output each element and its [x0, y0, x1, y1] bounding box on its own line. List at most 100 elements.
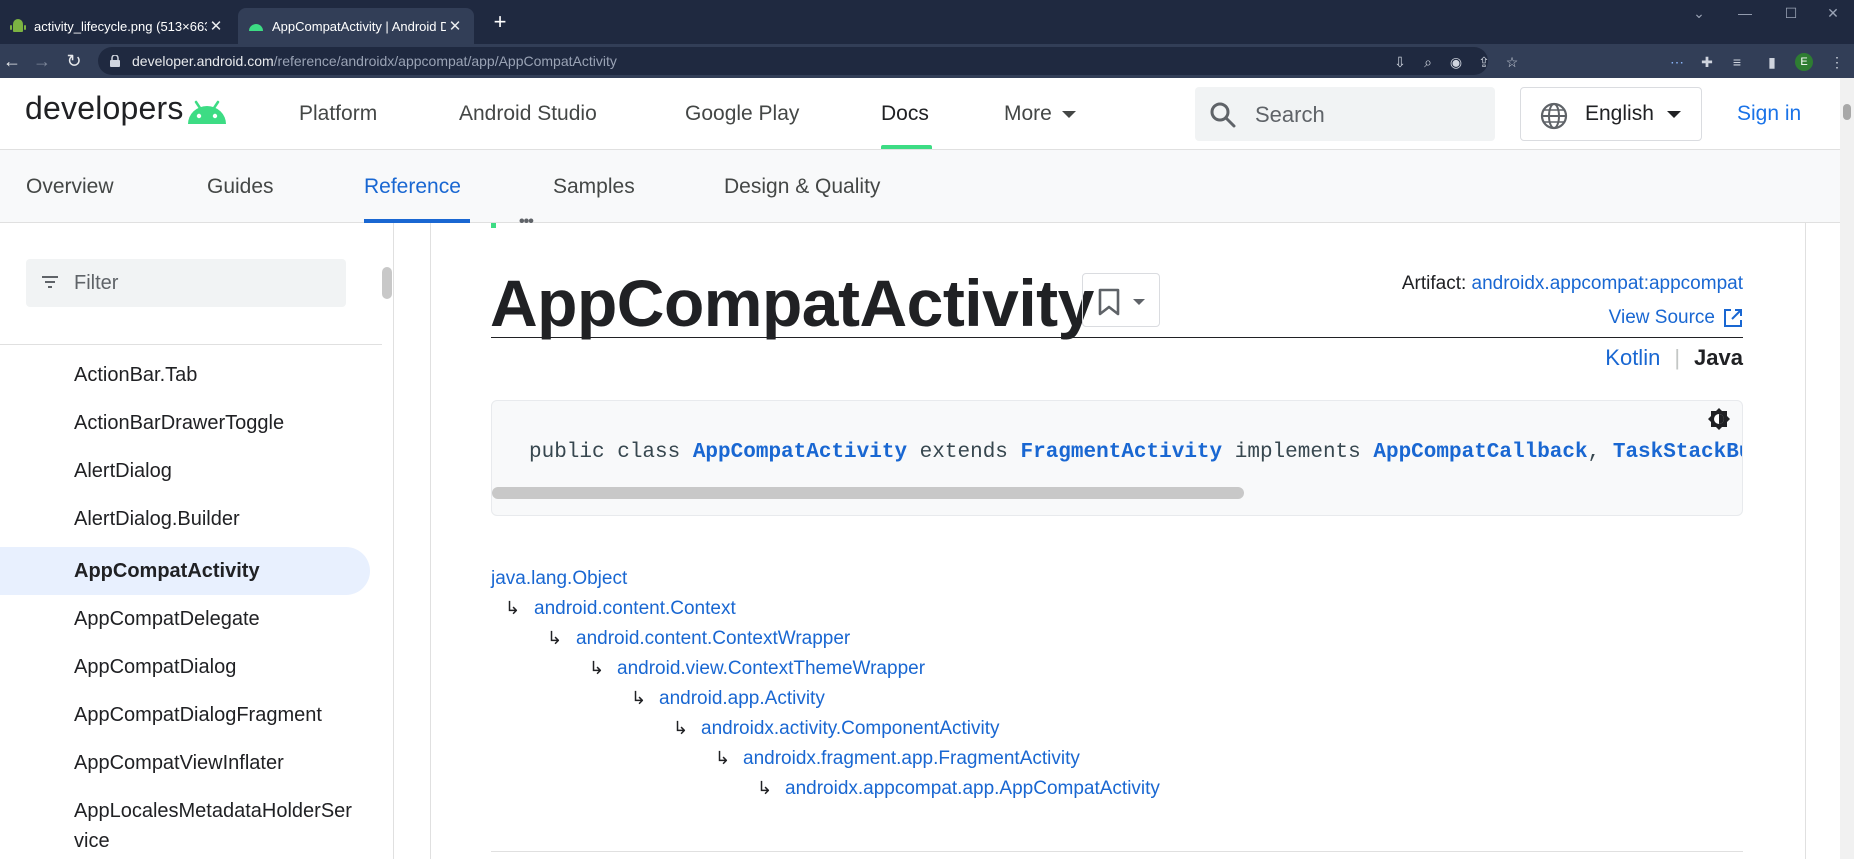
page-scrollbar-thumb[interactable] — [1843, 104, 1851, 120]
inheritance-link[interactable]: android.app.Activity — [659, 688, 825, 710]
minimize-icon[interactable]: — — [1722, 2, 1768, 24]
forward-icon[interactable]: → — [30, 49, 54, 73]
tab-design-quality[interactable]: Design & Quality — [724, 175, 880, 199]
view-source-label: View Source — [1608, 307, 1715, 328]
inheritance-link[interactable]: androidx.fragment.app.FragmentActivity — [743, 748, 1080, 770]
view-source-link[interactable]: View Source — [1609, 307, 1743, 329]
tab-title: activity_lifecycle.png (513×663) — [34, 18, 207, 34]
close-window-icon[interactable]: ✕ — [1810, 2, 1854, 24]
sidebar-item-appcompatviewinflater[interactable]: AppCompatViewInflater — [74, 748, 284, 778]
code-keyword: extends — [907, 441, 1021, 464]
tab-guides[interactable]: Guides — [207, 175, 274, 199]
browser-tab-image[interactable]: activity_lifecycle.png (513×663) ✕ — [0, 8, 235, 44]
nav-platform[interactable]: Platform — [299, 102, 377, 126]
address-bar[interactable]: developer.android.com/reference/androidx… — [98, 47, 1518, 75]
inheritance-arrow: ↳ — [715, 748, 731, 768]
code-scrollbar[interactable] — [492, 487, 1244, 499]
media-queue-icon[interactable]: ≡ — [1728, 53, 1746, 71]
main-content: ••• AppCompatActivity Artifact: androidx… — [395, 213, 1854, 859]
code-class-link[interactable]: AppCompatActivity — [693, 441, 907, 464]
page-scrollbar[interactable] — [1840, 78, 1854, 859]
inheritance-arrow: ↳ — [673, 718, 689, 738]
inheritance-link[interactable]: java.lang.Object — [491, 568, 627, 590]
new-tab-icon[interactable]: + — [488, 10, 512, 34]
lock-icon — [110, 55, 120, 67]
site-header: developers Platform Android Studio Googl… — [0, 78, 1854, 150]
sidebar-scrollbar[interactable] — [382, 267, 392, 299]
maximize-icon[interactable]: ☐ — [1768, 2, 1814, 24]
sidebar-item-alertdialog-builder[interactable]: AlertDialog.Builder — [74, 504, 240, 534]
sidebar-item-appcompatdelegate[interactable]: AppCompatDelegate — [74, 604, 260, 634]
code-interface-link[interactable]: TaskStackBu — [1613, 441, 1742, 464]
close-tab-icon[interactable]: ✕ — [207, 17, 225, 35]
nav-docs[interactable]: Docs — [881, 102, 929, 126]
title-rule — [491, 337, 1743, 338]
inheritance-link[interactable]: android.content.Context — [534, 598, 736, 620]
page-title: AppCompatActivity — [490, 266, 1094, 340]
filter-placeholder: Filter — [74, 272, 119, 294]
sidebar-item-alertdialog[interactable]: AlertDialog — [74, 456, 172, 486]
code-interface-link[interactable]: AppCompatCallback — [1373, 441, 1587, 464]
puzzle-extensions-icon[interactable]: ✚ — [1698, 53, 1716, 71]
reload-icon[interactable]: ↻ — [62, 49, 86, 73]
artifact-info: Artifact: androidx.appcompat:appcompat — [1402, 273, 1743, 295]
sidebar-divider — [0, 344, 382, 345]
side-panel-icon[interactable]: ▮ — [1763, 53, 1781, 71]
breadcrumb-marker — [491, 223, 496, 228]
code-keyword: public class — [529, 441, 693, 464]
developers-logo[interactable]: developers — [25, 90, 184, 127]
language-label: English — [1585, 102, 1654, 125]
caret-down-icon — [1061, 110, 1076, 118]
tab-overview[interactable]: Overview — [26, 175, 114, 199]
content-divider — [1805, 223, 1806, 859]
sidebar-item-appcompatactivity[interactable]: AppCompatActivity — [74, 556, 260, 586]
extension-icon[interactable]: ⋯ — [1668, 53, 1686, 71]
kotlin-link[interactable]: Kotlin — [1605, 345, 1660, 370]
bookmark-star-icon[interactable]: ☆ — [1504, 54, 1520, 70]
sidebar-item-actionbar-tab[interactable]: ActionBar.Tab — [74, 360, 197, 390]
nav-android-studio[interactable]: Android Studio — [459, 102, 597, 126]
theme-toggle-icon[interactable] — [1707, 407, 1731, 431]
inheritance-arrow: ↳ — [547, 628, 563, 648]
tab-search-chevron-icon[interactable]: ⌄ — [1676, 2, 1722, 24]
install-icon[interactable]: ⇩ — [1392, 54, 1408, 70]
search-input[interactable]: Search — [1195, 87, 1495, 141]
profile-avatar[interactable]: E — [1795, 53, 1813, 71]
inheritance-arrow: ↳ — [757, 778, 773, 798]
artifact-link[interactable]: androidx.appcompat:appcompat — [1472, 273, 1743, 294]
class-signature-code: public class AppCompatActivity extends F… — [491, 400, 1743, 516]
sidebar-item-appcompatdialog[interactable]: AppCompatDialog — [74, 652, 236, 682]
inheritance-link[interactable]: android.content.ContextWrapper — [576, 628, 850, 650]
android-favicon-icon — [10, 19, 26, 32]
nav-google-play[interactable]: Google Play — [685, 102, 799, 126]
language-selector[interactable]: English — [1520, 87, 1702, 141]
tab-reference[interactable]: Reference — [364, 175, 461, 199]
sidebar-item-applocalesmetadataholderservice[interactable]: AppLocalesMetadataHolderService — [74, 796, 354, 856]
back-icon[interactable]: ← — [0, 49, 24, 73]
tab-samples[interactable]: Samples — [553, 175, 635, 199]
inheritance-link[interactable]: androidx.appcompat.app.AppCompatActivity — [785, 778, 1160, 800]
nav-more[interactable]: More — [1004, 102, 1076, 126]
code-superclass-link[interactable]: FragmentActivity — [1021, 441, 1223, 464]
java-link[interactable]: Java — [1694, 345, 1743, 370]
tracking-eye-icon[interactable]: ◉ — [1448, 54, 1464, 70]
sidebar-item-appcompatdialogfragment[interactable]: AppCompatDialogFragment — [74, 700, 322, 730]
section-tabs: Overview Guides Reference Samples Design… — [0, 150, 1854, 223]
browser-tab-docs[interactable]: AppCompatActivity | Android D ✕ — [238, 8, 474, 44]
filter-input[interactable]: Filter — [26, 259, 346, 307]
caret-down-icon — [1133, 299, 1145, 305]
sign-in-link[interactable]: Sign in — [1737, 102, 1801, 126]
nav-more-label: More — [1004, 102, 1052, 125]
share-icon[interactable]: ⇪ — [1476, 54, 1492, 70]
zoom-icon[interactable]: ⌕ — [1420, 54, 1436, 70]
breadcrumb-overflow-icon[interactable]: ••• — [519, 213, 534, 231]
reference-sidebar: Filter ActionBar.Tab ActionBarDrawerTogg… — [0, 223, 394, 859]
sidebar-item-actionbardrawertoggle[interactable]: ActionBarDrawerToggle — [74, 408, 284, 438]
content-divider — [430, 223, 431, 859]
browser-menu-icon[interactable]: ⋮ — [1828, 53, 1846, 71]
lang-separator: | — [1674, 345, 1681, 370]
bookmark-button[interactable] — [1082, 273, 1160, 327]
inheritance-link[interactable]: android.view.ContextThemeWrapper — [617, 658, 925, 680]
close-tab-icon[interactable]: ✕ — [446, 17, 464, 35]
inheritance-link[interactable]: androidx.activity.ComponentActivity — [701, 718, 1000, 740]
